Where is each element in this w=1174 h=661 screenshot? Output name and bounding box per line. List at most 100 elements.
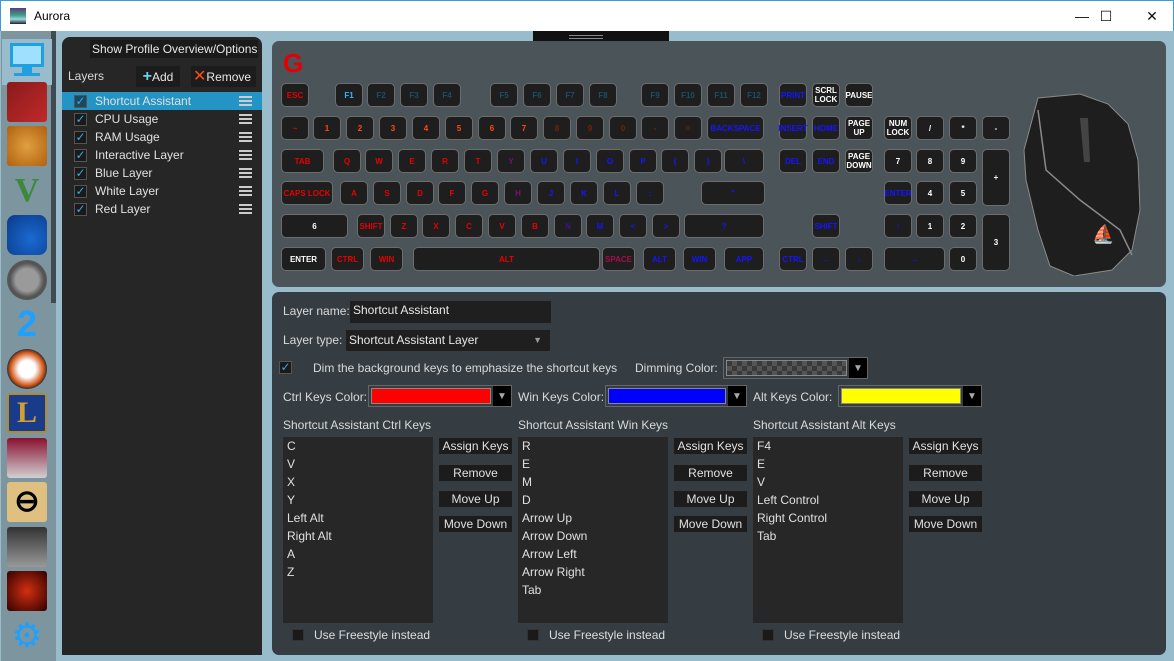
list-item[interactable]: F4 bbox=[753, 437, 903, 455]
list-item[interactable]: Right Control bbox=[753, 509, 903, 527]
assign-keys-button[interactable]: Assign Keys bbox=[909, 438, 982, 454]
key-t[interactable]: T bbox=[464, 149, 492, 173]
key-c[interactable]: C bbox=[455, 214, 483, 238]
layer-item[interactable]: ✓ CPU Usage bbox=[62, 110, 262, 128]
layer-type-select[interactable]: Shortcut Assistant Layer ▼ bbox=[346, 330, 550, 351]
key-ctrl[interactable]: CTRL bbox=[779, 247, 807, 271]
key-f4[interactable]: F4 bbox=[433, 83, 461, 107]
layer-name-input[interactable]: Shortcut Assistant bbox=[350, 301, 551, 323]
layer-enabled-checkbox[interactable]: ✓ bbox=[74, 94, 87, 108]
layer-item[interactable]: ✓ Blue Layer bbox=[62, 164, 262, 182]
key-f1[interactable]: F1 bbox=[335, 83, 363, 107]
key-8[interactable]: 8 bbox=[543, 116, 571, 140]
assign-keys-button[interactable]: Assign Keys bbox=[439, 438, 512, 454]
key-2[interactable]: 2 bbox=[346, 116, 374, 140]
key-q[interactable]: Q bbox=[333, 149, 361, 173]
layer-enabled-checkbox[interactable]: ✓ bbox=[74, 202, 87, 216]
key-w[interactable]: W bbox=[365, 149, 393, 173]
key-s[interactable]: S bbox=[373, 181, 401, 205]
key-space[interactable]: SPACE bbox=[602, 247, 635, 271]
key--[interactable]: = bbox=[674, 116, 702, 140]
key-shift[interactable]: SHIFT bbox=[357, 214, 385, 238]
dota2-icon[interactable] bbox=[7, 81, 47, 122]
drag-handle-icon[interactable] bbox=[239, 114, 252, 124]
key-f[interactable]: F bbox=[438, 181, 466, 205]
key--[interactable]: ? bbox=[684, 214, 764, 238]
dim-background-checkbox[interactable]: ✓ bbox=[279, 361, 292, 374]
key--[interactable]: ← bbox=[812, 247, 840, 271]
key-x[interactable]: X bbox=[422, 214, 450, 238]
list-item[interactable]: Left Alt bbox=[283, 509, 433, 527]
key--[interactable]: - bbox=[982, 116, 1010, 140]
move-down-button[interactable]: Move Down bbox=[909, 516, 982, 532]
drag-handle-icon[interactable] bbox=[239, 150, 252, 160]
key-5[interactable]: 5 bbox=[445, 116, 473, 140]
remove-layer-button[interactable]: ✕Remove bbox=[191, 66, 256, 87]
key-caps-lock[interactable]: CAPS LOCK bbox=[281, 181, 333, 205]
use-freestyle-checkbox[interactable]: Use Freestyle instead bbox=[762, 628, 900, 642]
key-enter[interactable]: ENTER bbox=[281, 247, 326, 271]
list-item[interactable]: M bbox=[518, 473, 668, 491]
key-i[interactable]: I bbox=[563, 149, 591, 173]
key-m[interactable]: M bbox=[586, 214, 614, 238]
key-9[interactable]: 9 bbox=[949, 149, 977, 173]
key-enter[interactable]: ENTER bbox=[884, 181, 912, 205]
key-esc[interactable]: ESC bbox=[281, 83, 309, 107]
key--[interactable]: → bbox=[884, 247, 945, 271]
ctrl-keys-color-picker[interactable]: ▼ bbox=[368, 385, 512, 407]
layer-item[interactable]: ✓ Shortcut Assistant bbox=[62, 92, 262, 110]
key-j[interactable]: J bbox=[537, 181, 565, 205]
key-u[interactable]: U bbox=[530, 149, 558, 173]
key-page-up[interactable]: PAGE UP bbox=[845, 116, 873, 140]
payday2-icon[interactable]: 2 bbox=[7, 304, 47, 344]
key--[interactable]: \ bbox=[724, 149, 764, 173]
list-item[interactable]: Tab bbox=[518, 581, 668, 599]
key-insert[interactable]: INSERT bbox=[778, 116, 808, 140]
key-5[interactable]: 5 bbox=[949, 181, 977, 205]
list-item[interactable]: R bbox=[518, 437, 668, 455]
key-end[interactable]: END bbox=[812, 149, 840, 173]
key--[interactable]: ↑ bbox=[884, 214, 912, 238]
list-item[interactable]: Arrow Up bbox=[518, 509, 668, 527]
overwatch-icon[interactable] bbox=[7, 259, 47, 300]
key-app[interactable]: APP bbox=[724, 247, 764, 271]
key--[interactable]: - bbox=[641, 116, 669, 140]
league-of-legends-icon[interactable]: L bbox=[7, 393, 47, 433]
key-a[interactable]: A bbox=[340, 181, 368, 205]
key-o[interactable]: O bbox=[596, 149, 624, 173]
list-item[interactable]: C bbox=[283, 437, 433, 455]
layer-enabled-checkbox[interactable]: ✓ bbox=[74, 166, 87, 180]
key-r[interactable]: R bbox=[431, 149, 459, 173]
drag-handle-icon[interactable] bbox=[239, 132, 252, 142]
list-item[interactable]: V bbox=[283, 455, 433, 473]
move-up-button[interactable]: Move Up bbox=[674, 491, 747, 507]
checkbox-box[interactable] bbox=[292, 629, 304, 641]
key-num-lock[interactable]: NUM LOCK bbox=[884, 116, 912, 140]
layer-item[interactable]: ✓ Interactive Layer bbox=[62, 146, 262, 164]
key--[interactable]: ↓ bbox=[845, 247, 873, 271]
list-item[interactable]: Arrow Down bbox=[518, 527, 668, 545]
killing-floor-icon[interactable] bbox=[7, 571, 47, 611]
drag-handle-icon[interactable] bbox=[239, 96, 252, 106]
monitor-icon[interactable] bbox=[2, 39, 52, 85]
key-4[interactable]: 4 bbox=[412, 116, 440, 140]
rocket-league-icon[interactable] bbox=[7, 215, 47, 255]
key--[interactable]: / bbox=[916, 116, 944, 140]
key-k[interactable]: K bbox=[570, 181, 598, 205]
key-4[interactable]: 4 bbox=[916, 181, 944, 205]
gear-icon[interactable]: ⚙ bbox=[7, 616, 47, 656]
move-up-button[interactable]: Move Up bbox=[909, 491, 982, 507]
list-item[interactable]: E bbox=[753, 455, 903, 473]
key-alt[interactable]: ALT bbox=[643, 247, 676, 271]
key-l[interactable]: L bbox=[603, 181, 631, 205]
remove-key-button[interactable]: Remove bbox=[439, 465, 512, 481]
drag-handle-icon[interactable] bbox=[239, 168, 252, 178]
key--[interactable]: < bbox=[619, 214, 647, 238]
list-item[interactable]: A bbox=[283, 545, 433, 563]
key-b[interactable]: B bbox=[521, 214, 549, 238]
key-shift[interactable]: SHIFT bbox=[812, 214, 840, 238]
key-g[interactable]: G bbox=[471, 181, 499, 205]
list-item[interactable]: Arrow Left bbox=[518, 545, 668, 563]
key-0[interactable]: 0 bbox=[949, 247, 977, 271]
shortcut-key-list[interactable]: R E M D Arrow Up Arrow Down Arrow Left Arrow Ri… bbox=[518, 437, 668, 623]
